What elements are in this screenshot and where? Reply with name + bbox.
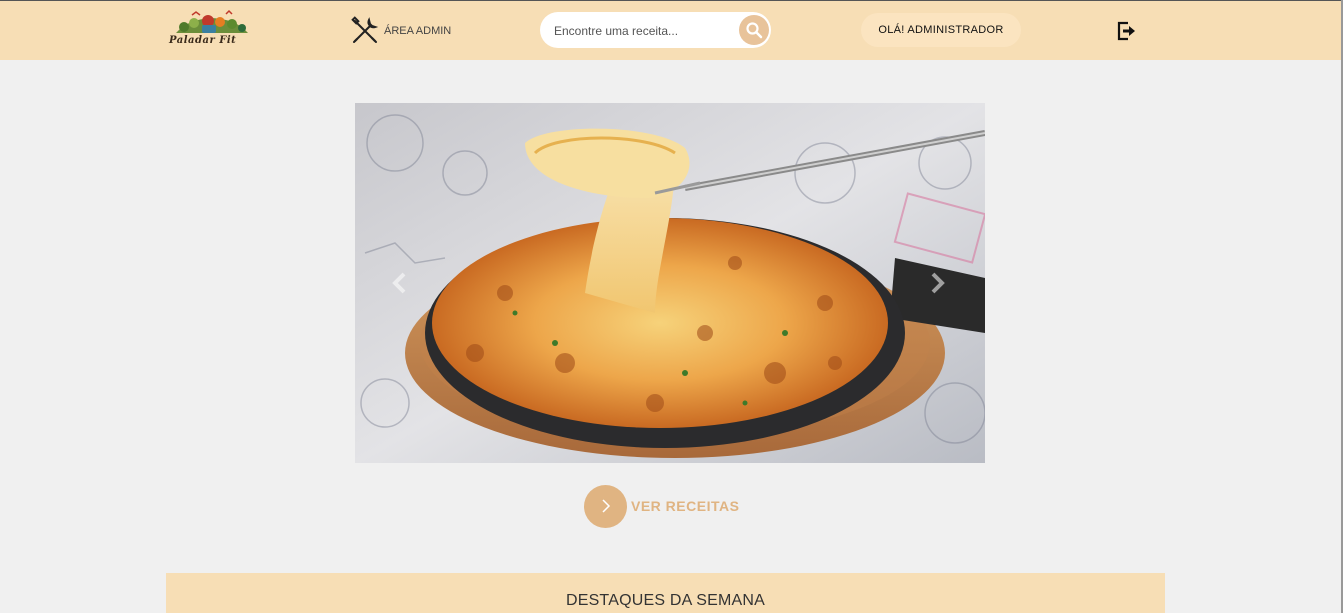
weekly-highlights-section: DESTAQUES DA SEMANA (166, 573, 1165, 613)
view-recipes-button[interactable]: VER RECEITAS (584, 484, 739, 528)
search-icon (746, 22, 763, 39)
view-recipes-circle (584, 484, 627, 528)
logout-icon (1117, 21, 1135, 41)
view-recipes-label: VER RECEITAS (631, 498, 740, 514)
chevron-right-icon (931, 272, 945, 294)
recipe-carousel (355, 103, 985, 463)
logout-button[interactable] (1114, 19, 1138, 43)
admin-area-link[interactable]: ÁREA ADMIN (350, 16, 451, 46)
carousel-prev-button[interactable] (385, 268, 415, 298)
tools-icon (351, 16, 379, 43)
user-greeting-label: OLÁ! ADMINISTRADOR (878, 24, 1004, 36)
top-navbar: Paladar Fit ÁREA ADMIN OLÁ! ADMINISTRADO… (0, 1, 1341, 60)
carousel-recipe-image (355, 103, 985, 463)
search-bar (540, 12, 771, 48)
search-button[interactable] (739, 15, 769, 45)
search-input[interactable] (552, 21, 736, 41)
user-greeting-badge[interactable]: OLÁ! ADMINISTRADOR (861, 13, 1021, 47)
chevron-left-icon (392, 272, 406, 294)
carousel-next-button[interactable] (922, 268, 952, 298)
weekly-highlights-title: DESTAQUES DA SEMANA (565, 592, 766, 609)
brand-logo[interactable]: Paladar Fit (166, 9, 260, 51)
admin-area-label: ÁREA ADMIN (384, 25, 452, 37)
brand-name: Paladar Fit (169, 35, 237, 46)
chevron-right-icon (601, 499, 610, 513)
